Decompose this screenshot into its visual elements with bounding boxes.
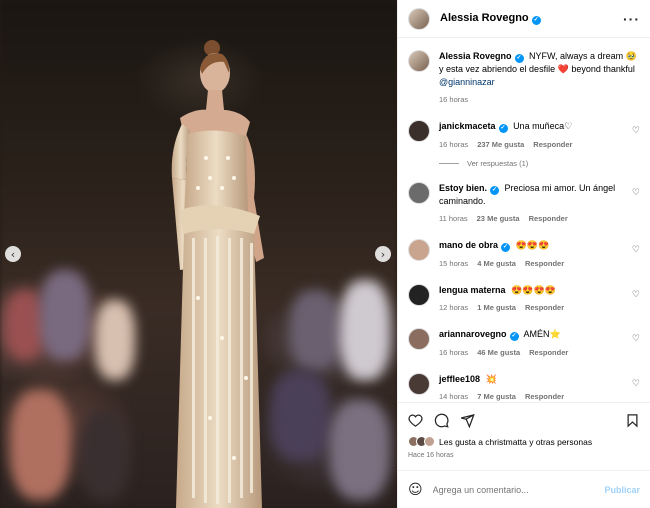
post-photo[interactable]: ‹ › (0, 0, 397, 508)
emoji: 🥹 (625, 52, 637, 62)
comment-time[interactable]: 16 horas (439, 139, 468, 151)
comment-text: 💥 (485, 374, 497, 384)
verified-badge-icon: ✓ (531, 16, 541, 25)
post-side-panel: Alessia Rovegno ✓ ··· Alessia Rovegno ✓ NY… (397, 0, 650, 508)
post-actions: Les gusta a christmatta y otras personas… (398, 402, 650, 470)
heart-emoji: ❤️ (557, 65, 569, 75)
post-caption: Alessia Rovegno ✓ NYFW, always a dream 🥹 … (408, 50, 640, 106)
comment-text: Una muñeca♡ (513, 121, 573, 131)
add-comment-bar: ☺ Publicar (398, 470, 650, 508)
comment-username[interactable]: ariannarovegno ✓ (439, 329, 519, 341)
comment-text: 😍😍😍😍 (511, 285, 556, 295)
comment-username[interactable]: lengua materna (439, 285, 506, 295)
verified-badge-icon: ✓ (501, 243, 511, 252)
previous-photo-button[interactable]: ‹ (5, 246, 21, 262)
reply-button[interactable]: Responder (533, 139, 572, 151)
caption-text-3: beyond thankful (571, 64, 635, 74)
avatar[interactable] (408, 7, 430, 30)
comment-likes[interactable]: 23 Me gusta (477, 213, 520, 225)
comment-input[interactable] (432, 484, 605, 495)
caption-text-1: NYFW, always a dream (529, 51, 624, 61)
chevron-right-icon: › (380, 247, 386, 261)
verified-badge-icon: ✓ (490, 186, 500, 195)
instagram-post: ‹ › Alessia Rovegno ✓ ··· Alessia Rovegno… (0, 0, 650, 508)
heart-icon[interactable]: ♡ (632, 126, 640, 136)
likes-summary[interactable]: Les gusta a christmatta y otras personas (408, 436, 640, 447)
divider (439, 163, 459, 164)
avatar[interactable] (408, 50, 430, 72)
comment-time[interactable]: 15 horas (439, 258, 468, 270)
heart-icon[interactable]: ♡ (632, 245, 640, 255)
publish-button[interactable]: Publicar (604, 485, 640, 495)
comment-time[interactable]: 12 horas (439, 302, 468, 314)
chevron-left-icon: ‹ (10, 247, 16, 261)
avatar[interactable] (408, 328, 430, 350)
comments-list[interactable]: Alessia Rovegno ✓ NYFW, always a dream 🥹 … (398, 38, 650, 402)
avatar[interactable] (408, 284, 430, 306)
view-replies-button[interactable]: Ver respuestas (1) (439, 159, 640, 168)
likes-text: Les gusta a christmatta y otras personas (439, 436, 593, 447)
comment-item: janickmaceta ✓ Una muñeca♡ 16 horas 237 M… (408, 120, 640, 151)
comment-text: AMÉN⭐ (523, 329, 561, 339)
next-photo-button[interactable]: › (375, 246, 391, 262)
liker-avatars (408, 436, 435, 447)
caption-mention[interactable]: @gianninazar (439, 77, 495, 87)
post-time[interactable]: Hace 16 horas (408, 452, 640, 459)
comment-item: jefflee108 💥 14 horas 7 Me gusta Respond… (408, 373, 640, 402)
comment-likes[interactable]: 1 Me gusta (477, 302, 516, 314)
comment-username[interactable]: janickmaceta ✓ (439, 121, 508, 133)
ellipsis-icon[interactable]: ··· (623, 11, 640, 27)
heart-icon[interactable]: ♡ (632, 379, 640, 389)
avatar[interactable] (408, 373, 430, 395)
comment-likes[interactable]: 4 Me gusta (477, 258, 516, 270)
heart-icon[interactable] (408, 413, 423, 428)
verified-badge-icon: ✓ (514, 54, 524, 63)
comment-likes[interactable]: 237 Me gusta (477, 139, 524, 151)
reply-button[interactable]: Responder (525, 391, 564, 402)
heart-icon[interactable]: ♡ (632, 290, 640, 300)
send-icon[interactable] (460, 413, 475, 428)
view-replies-label: Ver respuestas (1) (467, 159, 529, 168)
reply-button[interactable]: Responder (529, 213, 568, 225)
avatar[interactable] (408, 182, 430, 204)
comment-item: ariannarovegno ✓ AMÉN⭐ 16 horas 46 Me gus… (408, 328, 640, 359)
comment-username[interactable]: Estoy bien. ✓ (439, 183, 500, 195)
verified-badge-icon: ✓ (498, 124, 508, 133)
comment-time[interactable]: 14 horas (439, 391, 468, 402)
heart-icon[interactable]: ♡ (632, 188, 640, 198)
reply-button[interactable]: Responder (529, 347, 568, 359)
avatar[interactable] (408, 120, 430, 142)
comment-likes[interactable]: 46 Me gusta (477, 347, 520, 359)
post-header: Alessia Rovegno ✓ ··· (398, 0, 650, 38)
comment-item: lengua materna 😍😍😍😍 12 horas 1 Me gusta … (408, 284, 640, 314)
model-figure (171, 40, 264, 508)
comment-text: 😍😍😍 (515, 240, 550, 250)
reply-button[interactable]: Responder (525, 258, 564, 270)
comment-username[interactable]: mano de obra ✓ (439, 240, 511, 252)
comment-icon[interactable] (434, 413, 449, 428)
verified-badge-icon: ✓ (509, 332, 519, 341)
smiley-icon[interactable]: ☺ (408, 482, 423, 498)
reply-button[interactable]: Responder (525, 302, 564, 314)
comment-item: mano de obra ✓ 😍😍😍 15 horas 4 Me gusta Re… (408, 239, 640, 270)
heart-icon[interactable]: ♡ (632, 334, 640, 344)
comment-username[interactable]: jefflee108 (439, 374, 480, 384)
caption-username[interactable]: Alessia Rovegno ✓ (439, 51, 524, 63)
comment-item: Estoy bien. ✓ Preciosa mi amor. Un ángel … (408, 182, 640, 225)
avatar[interactable] (408, 239, 430, 261)
comment-time[interactable]: 16 horas (439, 347, 468, 359)
comment-time[interactable]: 11 horas (439, 213, 468, 225)
author-username[interactable]: Alessia Rovegno ✓ (440, 12, 541, 25)
caption-text-2: y esta vez abriendo el desfile (439, 64, 556, 74)
bookmark-icon[interactable] (625, 413, 640, 428)
caption-time[interactable]: 16 horas (439, 94, 468, 106)
comment-likes[interactable]: 7 Me gusta (477, 391, 516, 402)
